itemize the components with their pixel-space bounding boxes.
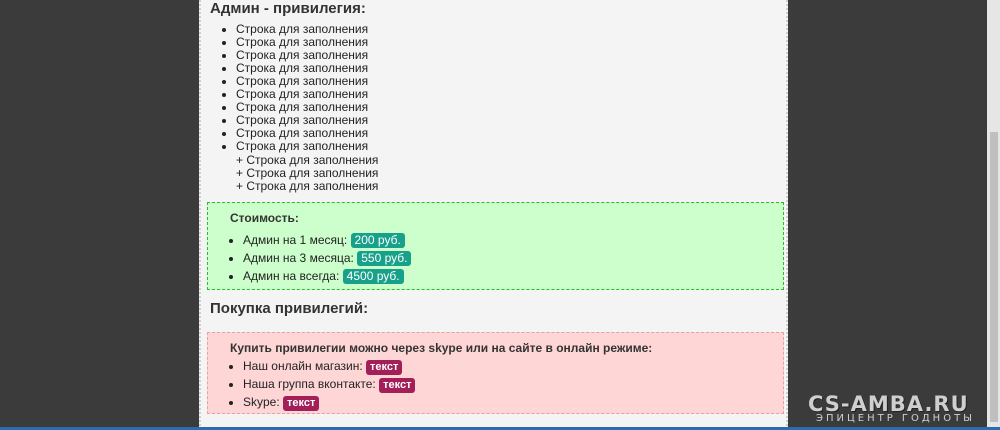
price-badge: 200 руб. [350, 233, 405, 248]
price-badge: 550 руб. [357, 251, 412, 266]
price-list: Админ на 1 месяц: 200 руб. Админ на 3 ме… [208, 231, 412, 285]
purchase-box: Купить привилегии можно через skype или … [207, 332, 784, 414]
price-badge: 4500 руб. [342, 269, 404, 284]
content-panel: Админ - привилегия: Строка для заполнени… [199, 0, 788, 430]
price-box: Стоимость: Админ на 1 месяц: 200 руб. Ад… [207, 202, 784, 290]
price-item: Админ на 3 месяца: 550 руб. [243, 249, 412, 267]
scrollbar-thumb[interactable] [990, 132, 998, 422]
vk-group-link[interactable]: текст [379, 378, 416, 393]
contact-label: Наш онлайн магазин: [243, 359, 363, 373]
contact-label: Skype: [243, 395, 280, 409]
price-title: Стоимость: [230, 211, 299, 225]
price-label: Админ на всегда: [243, 269, 340, 283]
price-item: Админ на всегда: 4500 руб. [243, 267, 411, 285]
shop-link[interactable]: текст [366, 360, 403, 375]
contact-label: Наша группа вконтакте: [243, 377, 376, 391]
contact-list: Наш онлайн магазин: текст Наша группа вк… [208, 357, 416, 411]
purchase-box-title: Купить привилегии можно через skype или … [230, 341, 653, 355]
purchase-title: Покупка привилегий: [210, 300, 369, 317]
price-label: Админ на 1 месяц: [243, 233, 348, 247]
price-item: Админ на 1 месяц: 200 руб. [243, 231, 411, 249]
list-item: Строка для заполнения [236, 140, 368, 153]
admin-title: Админ - привилегия: [210, 0, 366, 17]
admin-features-list: Строка для заполнения Строка для заполне… [201, 23, 368, 153]
contact-item: Наша группа вконтакте: текст [243, 375, 416, 393]
contact-item: Skype: текст [243, 393, 415, 411]
vertical-scrollbar[interactable] [987, 0, 1000, 430]
price-label: Админ на 3 месяца: [243, 251, 354, 265]
skype-link[interactable]: текст [283, 396, 320, 411]
watermark-tagline: ЭПИЦЕНТР ГОДНОТЫ [816, 413, 976, 424]
plus-item: + Строка для заполнения [236, 179, 379, 193]
contact-item: Наш онлайн магазин: текст [243, 357, 415, 375]
